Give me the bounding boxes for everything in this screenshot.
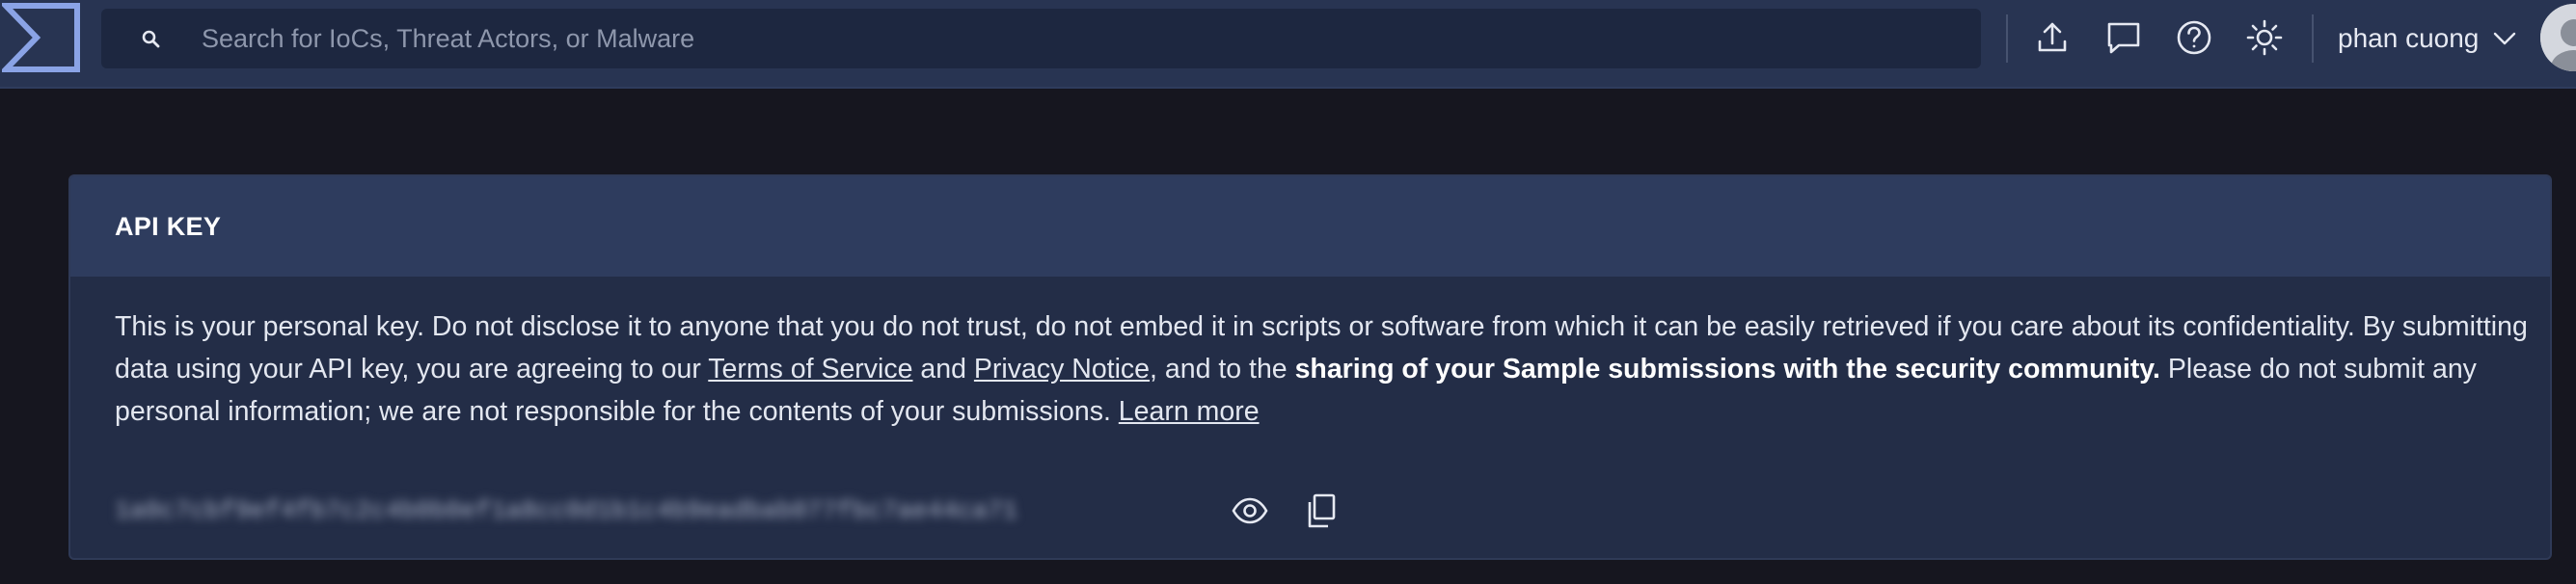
copy-icon[interactable] — [1300, 490, 1342, 532]
sharing-notice-bold: sharing of your Sample submissions with … — [1294, 354, 2160, 385]
upload-icon[interactable] — [2033, 18, 2072, 57]
card-header: API KEY — [70, 176, 2550, 277]
sigma-logo-icon[interactable] — [0, 2, 81, 73]
search-input[interactable] — [202, 9, 1957, 68]
search-bar[interactable] — [101, 9, 1981, 68]
description-text: , and to the — [1150, 354, 1295, 385]
avatar[interactable] — [2540, 4, 2576, 71]
description-text: and — [912, 354, 974, 385]
card-title: API KEY — [115, 212, 222, 241]
api-key-value: 1a0c7cbf9ef4fb7c2c4b0b0ef1a8cc0d1b1c4b9e… — [115, 496, 1018, 525]
search-icon — [140, 28, 163, 51]
terms-of-service-link[interactable]: Terms of Service — [708, 354, 912, 385]
user-name: phan cuong — [2338, 23, 2480, 53]
comment-icon[interactable] — [2104, 18, 2143, 57]
api-key-description: This is your personal key. Do not disclo… — [115, 305, 2545, 433]
chevron-down-icon — [2492, 26, 2517, 51]
learn-more-link[interactable]: Learn more — [1119, 396, 1260, 427]
api-key-card: API KEY This is your personal key. Do no… — [68, 174, 2552, 560]
privacy-notice-link[interactable]: Privacy Notice — [974, 354, 1150, 385]
eye-icon[interactable] — [1229, 490, 1271, 532]
api-key-row: 1a0c7cbf9ef4fb7c2c4b0b0ef1a8cc0d1b1c4b9e… — [115, 487, 1342, 535]
header-divider — [2312, 14, 2314, 63]
theme-toggle-icon[interactable] — [2245, 18, 2284, 57]
user-menu[interactable]: phan cuong — [2338, 17, 2517, 60]
header-divider — [2006, 14, 2008, 63]
help-icon[interactable] — [2175, 18, 2213, 57]
top-bar: phan cuong — [0, 0, 2576, 89]
